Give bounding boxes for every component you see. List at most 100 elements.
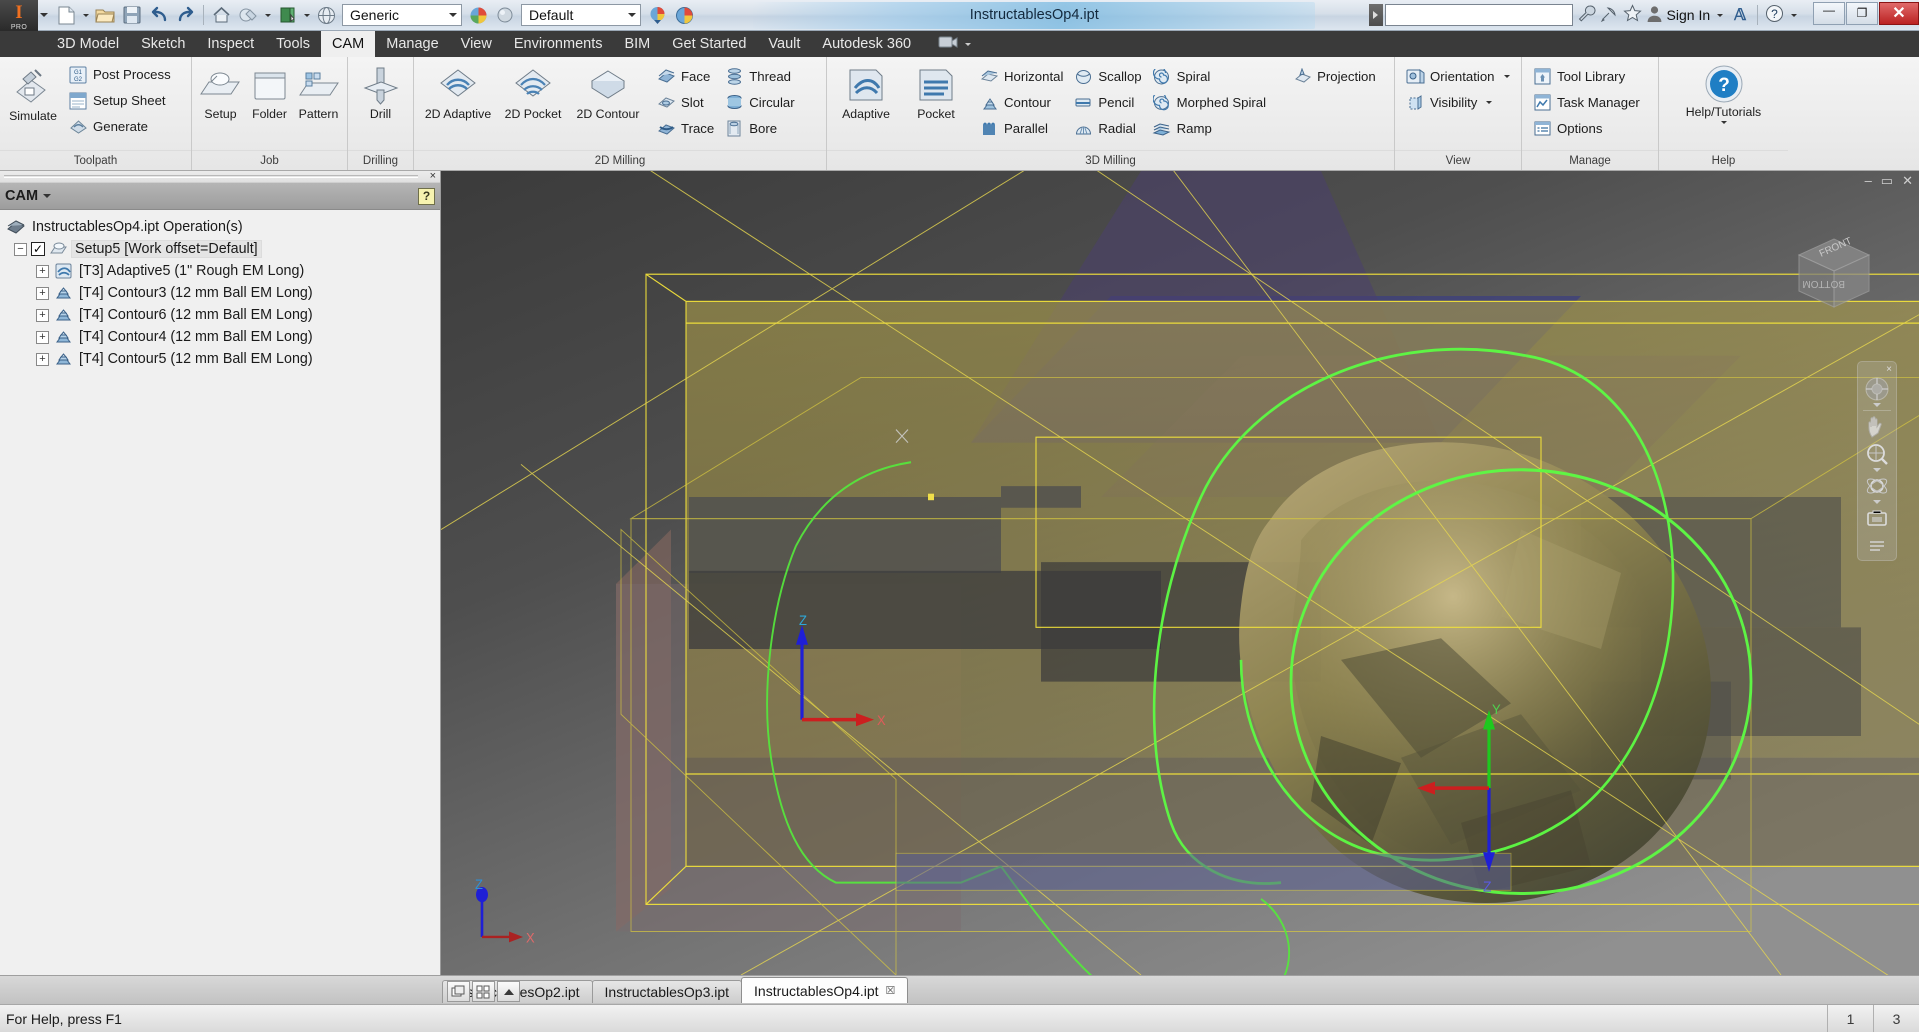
adaptive-2d-button[interactable]: 2D Adaptive <box>418 63 498 123</box>
orbit-dropdown-icon[interactable] <box>1873 500 1881 504</box>
document-tab-op3[interactable]: InstructablesOp3.ipt <box>591 980 743 1003</box>
viewcube[interactable]: FRONT BOTTOM <box>1791 233 1877 319</box>
tab-cam[interactable]: CAM <box>321 31 376 57</box>
task-manager-button[interactable]: Task Manager <box>1530 90 1646 115</box>
new-file-dropdown-icon[interactable] <box>80 2 91 28</box>
visibility-button[interactable]: Visibility <box>1403 90 1516 115</box>
appearance-dropdown-icon[interactable] <box>262 2 273 28</box>
restore-button[interactable]: ❐ <box>1846 1 1878 25</box>
close-button[interactable]: ✕ <box>1879 1 1919 25</box>
tree-setup-node[interactable]: − ✓ Setup5 [Work offset=Default] <box>6 238 440 260</box>
pocket-2d-button[interactable]: 2D Pocket <box>498 63 568 123</box>
setup-button[interactable]: Setup <box>196 63 245 123</box>
home-icon[interactable] <box>208 2 234 28</box>
setup-checkbox[interactable]: ✓ <box>31 242 45 256</box>
viewport-restore-button[interactable]: ▭ <box>1881 174 1893 187</box>
tile-windows-icon[interactable] <box>447 981 470 1002</box>
tree-operation-row[interactable]: + [T4] Contour3 (12 mm Ball EM Long) <box>6 282 440 304</box>
viewport-close-button[interactable]: ✕ <box>1902 174 1913 187</box>
browser-help-icon[interactable]: ? <box>418 187 435 205</box>
tab-manage[interactable]: Manage <box>375 31 449 57</box>
projection-button[interactable]: Projection <box>1290 64 1382 89</box>
search-input[interactable] <box>1384 4 1573 26</box>
tab-autodesk-360[interactable]: Autodesk 360 <box>811 31 922 57</box>
viewport-minimize-button[interactable]: – <box>1865 174 1872 187</box>
orientation-button[interactable]: Orientation <box>1403 64 1516 89</box>
generate-button[interactable]: Generate <box>66 114 177 139</box>
contour-2d-button[interactable]: 2D Contour <box>568 63 648 123</box>
operation-expander[interactable]: + <box>36 330 49 344</box>
3d-viewport[interactable]: – ▭ ✕ Z X Y Z Z X FRONT BOTTOM × <box>441 171 1919 975</box>
navbar-options-icon[interactable] <box>1862 532 1892 558</box>
appearance-sphere-icon[interactable] <box>492 2 518 28</box>
screencast-icon[interactable] <box>938 35 958 54</box>
tree-operation-row[interactable]: + [T3] Adaptive5 (1" Rough EM Long) <box>6 260 440 282</box>
material-dropdown-icon[interactable] <box>301 2 312 28</box>
browser-drag-grip[interactable]: × <box>0 171 440 183</box>
new-file-icon[interactable] <box>53 2 79 28</box>
horizontal-button[interactable]: Horizontal <box>977 64 1069 89</box>
grid-windows-icon[interactable] <box>472 981 495 1002</box>
morphed-spiral-button[interactable]: Morphed Spiral <box>1150 90 1272 115</box>
color-wheel-icon[interactable] <box>465 2 491 28</box>
minimize-button[interactable]: — <box>1813 1 1845 25</box>
tab-view[interactable]: View <box>450 31 503 57</box>
help-dropdown-icon[interactable] <box>1788 13 1800 17</box>
undo-arrow-icon[interactable] <box>146 2 172 28</box>
browser-close-icon[interactable]: × <box>430 171 436 182</box>
save-disk-icon[interactable] <box>119 2 145 28</box>
look-at-camera-icon[interactable] <box>1862 505 1892 531</box>
pattern-button[interactable]: Pattern <box>294 63 343 123</box>
tree-operation-row[interactable]: + [T4] Contour5 (12 mm Ball EM Long) <box>6 348 440 370</box>
render-globe-icon[interactable] <box>671 2 697 28</box>
thread-button[interactable]: Thread <box>722 64 800 89</box>
pan-hand-icon[interactable] <box>1862 414 1892 440</box>
tab-vault[interactable]: Vault <box>757 31 811 57</box>
adaptive-3d-button[interactable]: Adaptive <box>831 63 901 123</box>
navbar-close-icon[interactable]: × <box>1886 365 1892 375</box>
radial-button[interactable]: Radial <box>1071 116 1147 141</box>
tab-tools[interactable]: Tools <box>265 31 321 57</box>
tab-bim[interactable]: BIM <box>613 31 661 57</box>
search-scope-arrow-icon[interactable] <box>1368 4 1383 26</box>
zoom-dropdown-icon[interactable] <box>1873 468 1881 472</box>
circular-button[interactable]: Circular <box>722 90 800 115</box>
satellite-icon[interactable] <box>1600 4 1619 26</box>
navigation-bar[interactable]: × <box>1857 361 1897 561</box>
setup-expander[interactable]: − <box>14 242 27 256</box>
help-circle-icon[interactable]: ? <box>1765 4 1784 26</box>
drill-button[interactable]: Drill <box>352 63 409 123</box>
globe-icon[interactable] <box>313 2 339 28</box>
scallop-button[interactable]: Scallop <box>1071 64 1147 89</box>
setup-sheet-button[interactable]: Setup Sheet <box>66 88 177 113</box>
material-book-icon[interactable] <box>274 2 300 28</box>
tool-library-button[interactable]: Tool Library <box>1530 64 1646 89</box>
trace-button[interactable]: Trace <box>654 116 720 141</box>
zoom-magnifier-icon[interactable] <box>1862 441 1892 467</box>
open-folder-icon[interactable] <box>92 2 118 28</box>
help-tutorials-button[interactable]: ? Help/Tutorials <box>1684 61 1764 126</box>
appearance-icon[interactable] <box>235 2 261 28</box>
pencil-button[interactable]: Pencil <box>1071 90 1147 115</box>
operation-expander[interactable]: + <box>36 352 49 366</box>
app-menu-dropdown[interactable] <box>38 0 50 31</box>
bore-button[interactable]: Bore <box>722 116 800 141</box>
screencast-dropdown-icon[interactable] <box>962 42 974 46</box>
redo-arrow-icon[interactable] <box>173 2 199 28</box>
wrench-icon[interactable] <box>1577 4 1596 26</box>
inventor-app-button[interactable]: I PRO <box>0 0 38 31</box>
user-avatar-icon[interactable] <box>1646 5 1663 26</box>
parallel-button[interactable]: Parallel <box>977 116 1069 141</box>
post-process-button[interactable]: G1 G2 Post Process <box>66 62 177 87</box>
operation-expander[interactable]: + <box>36 286 49 300</box>
tab-sketch[interactable]: Sketch <box>130 31 196 57</box>
signin-label[interactable]: Sign In <box>1667 7 1711 23</box>
browser-title-dropdown[interactable]: CAM <box>5 188 52 204</box>
options-button[interactable]: Options <box>1530 116 1646 141</box>
tab-3d-model[interactable]: 3D Model <box>46 31 130 57</box>
material-select[interactable]: Generic <box>342 4 462 26</box>
scroll-up-icon[interactable] <box>497 981 520 1002</box>
tab-environments[interactable]: Environments <box>503 31 614 57</box>
tab-get-started[interactable]: Get Started <box>661 31 757 57</box>
face-button[interactable]: Face <box>654 64 720 89</box>
